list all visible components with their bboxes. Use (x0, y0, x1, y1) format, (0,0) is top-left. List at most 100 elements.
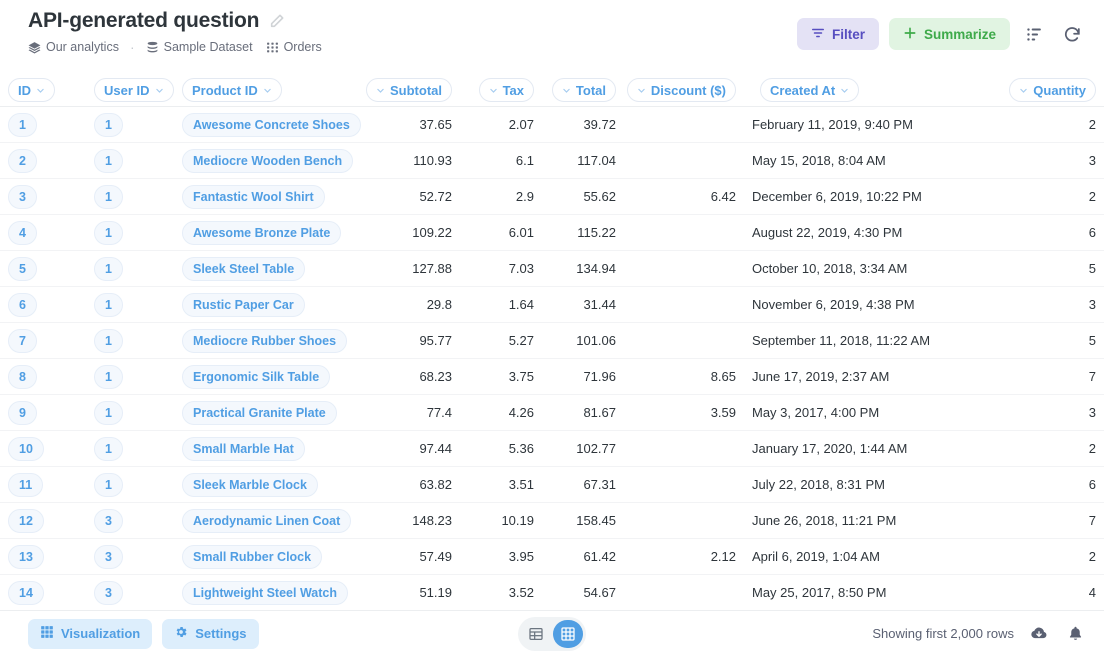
product-id-pill[interactable]: Aerodynamic Linen Coat (182, 509, 351, 533)
cell-quantity[interactable]: 4 (1044, 575, 1104, 611)
cell-subtotal[interactable]: 95.77 (362, 323, 460, 359)
cell-total[interactable]: 54.67 (542, 575, 624, 611)
column-header-total[interactable]: Total (542, 74, 624, 107)
cell-subtotal[interactable]: 77.4 (362, 395, 460, 431)
column-header-product-id[interactable]: Product ID (174, 74, 362, 107)
cell-tax[interactable]: 5.27 (460, 323, 542, 359)
cell-quantity[interactable]: 2 (1044, 539, 1104, 575)
cell-subtotal[interactable]: 148.23 (362, 503, 460, 539)
page-title[interactable]: API-generated question (28, 8, 259, 34)
cell-product-id[interactable]: Awesome Concrete Shoes (174, 107, 362, 143)
cell-tax[interactable]: 5.36 (460, 431, 542, 467)
table-row[interactable]: 41Awesome Bronze Plate109.226.01115.22Au… (0, 215, 1104, 251)
cell-id[interactable]: 7 (0, 323, 86, 359)
cell-subtotal[interactable]: 127.88 (362, 251, 460, 287)
cell-total[interactable]: 158.45 (542, 503, 624, 539)
cell-id[interactable]: 5 (0, 251, 86, 287)
cell-subtotal[interactable]: 52.72 (362, 179, 460, 215)
cell-quantity[interactable]: 2 (1044, 179, 1104, 215)
cell-user-id[interactable]: 1 (86, 323, 174, 359)
table-row[interactable]: 101Small Marble Hat97.445.36102.77Januar… (0, 431, 1104, 467)
cell-user-id[interactable]: 1 (86, 395, 174, 431)
product-id-pill[interactable]: Mediocre Rubber Shoes (182, 329, 347, 353)
cell-discount[interactable] (624, 323, 744, 359)
cell-product-id[interactable]: Small Marble Hat (174, 431, 362, 467)
user-id-pill[interactable]: 3 (94, 545, 123, 569)
id-pill[interactable]: 2 (8, 149, 37, 173)
cell-total[interactable]: 61.42 (542, 539, 624, 575)
cell-id[interactable]: 6 (0, 287, 86, 323)
cell-created-at[interactable]: January 17, 2020, 1:44 AM (744, 431, 1044, 467)
cell-id[interactable]: 1 (0, 107, 86, 143)
cell-subtotal[interactable]: 57.49 (362, 539, 460, 575)
cell-discount[interactable] (624, 431, 744, 467)
cell-created-at[interactable]: April 6, 2019, 1:04 AM (744, 539, 1044, 575)
cell-created-at[interactable]: May 25, 2017, 8:50 PM (744, 575, 1044, 611)
cell-discount[interactable] (624, 251, 744, 287)
id-pill[interactable]: 9 (8, 401, 37, 425)
cell-created-at[interactable]: November 6, 2019, 4:38 PM (744, 287, 1044, 323)
visualization-button[interactable]: Visualization (28, 619, 152, 649)
cell-tax[interactable]: 6.01 (460, 215, 542, 251)
product-id-pill[interactable]: Fantastic Wool Shirt (182, 185, 325, 209)
cell-quantity[interactable]: 3 (1044, 143, 1104, 179)
cell-subtotal[interactable]: 29.8 (362, 287, 460, 323)
cell-tax[interactable]: 2.9 (460, 179, 542, 215)
cell-created-at[interactable]: October 10, 2018, 3:34 AM (744, 251, 1044, 287)
cell-user-id[interactable]: 1 (86, 251, 174, 287)
cell-discount[interactable] (624, 287, 744, 323)
cell-user-id[interactable]: 1 (86, 431, 174, 467)
id-pill[interactable]: 1 (8, 113, 37, 137)
cell-subtotal[interactable]: 63.82 (362, 467, 460, 503)
cell-product-id[interactable]: Aerodynamic Linen Coat (174, 503, 362, 539)
product-id-pill[interactable]: Practical Granite Plate (182, 401, 337, 425)
cell-product-id[interactable]: Mediocre Wooden Bench (174, 143, 362, 179)
view-toggle-list[interactable] (521, 620, 551, 648)
product-id-pill[interactable]: Small Rubber Clock (182, 545, 322, 569)
breadcrumb-item-database[interactable]: Sample Dataset (146, 40, 253, 54)
cell-created-at[interactable]: August 22, 2019, 4:30 PM (744, 215, 1044, 251)
cell-id[interactable]: 11 (0, 467, 86, 503)
cell-product-id[interactable]: Awesome Bronze Plate (174, 215, 362, 251)
cell-user-id[interactable]: 3 (86, 575, 174, 611)
cell-created-at[interactable]: May 15, 2018, 8:04 AM (744, 143, 1044, 179)
table-row[interactable]: 71Mediocre Rubber Shoes95.775.27101.06Se… (0, 323, 1104, 359)
view-toggle-grid[interactable] (553, 620, 583, 648)
cell-tax[interactable]: 3.75 (460, 359, 542, 395)
table-row[interactable]: 21Mediocre Wooden Bench110.936.1117.04Ma… (0, 143, 1104, 179)
cell-created-at[interactable]: June 17, 2019, 2:37 AM (744, 359, 1044, 395)
cell-user-id[interactable]: 1 (86, 467, 174, 503)
cell-tax[interactable]: 10.19 (460, 503, 542, 539)
table-row[interactable]: 31Fantastic Wool Shirt52.722.955.626.42D… (0, 179, 1104, 215)
cell-total[interactable]: 102.77 (542, 431, 624, 467)
cell-subtotal[interactable]: 37.65 (362, 107, 460, 143)
cell-total[interactable]: 115.22 (542, 215, 624, 251)
cell-tax[interactable]: 1.64 (460, 287, 542, 323)
cell-subtotal[interactable]: 51.19 (362, 575, 460, 611)
cell-total[interactable]: 117.04 (542, 143, 624, 179)
cell-discount[interactable] (624, 107, 744, 143)
user-id-pill[interactable]: 1 (94, 113, 123, 137)
cell-tax[interactable]: 3.95 (460, 539, 542, 575)
cell-product-id[interactable]: Sleek Steel Table (174, 251, 362, 287)
table-row[interactable]: 11Awesome Concrete Shoes37.652.0739.72Fe… (0, 107, 1104, 143)
id-pill[interactable]: 13 (8, 545, 44, 569)
list-bars-icon[interactable] (1020, 20, 1048, 48)
cell-total[interactable]: 134.94 (542, 251, 624, 287)
cell-product-id[interactable]: Lightweight Steel Watch (174, 575, 362, 611)
column-header-created-at[interactable]: Created At (744, 74, 1044, 107)
user-id-pill[interactable]: 1 (94, 221, 123, 245)
product-id-pill[interactable]: Ergonomic Silk Table (182, 365, 330, 389)
cell-user-id[interactable]: 1 (86, 107, 174, 143)
table-row[interactable]: 81Ergonomic Silk Table68.233.7571.968.65… (0, 359, 1104, 395)
table-row[interactable]: 143Lightweight Steel Watch51.193.5254.67… (0, 575, 1104, 611)
summarize-button[interactable]: Summarize (889, 18, 1010, 50)
cell-product-id[interactable]: Mediocre Rubber Shoes (174, 323, 362, 359)
cell-quantity[interactable]: 6 (1044, 215, 1104, 251)
cell-discount[interactable] (624, 215, 744, 251)
cell-id[interactable]: 4 (0, 215, 86, 251)
cell-subtotal[interactable]: 68.23 (362, 359, 460, 395)
user-id-pill[interactable]: 1 (94, 257, 123, 281)
cell-quantity[interactable]: 7 (1044, 503, 1104, 539)
user-id-pill[interactable]: 1 (94, 365, 123, 389)
